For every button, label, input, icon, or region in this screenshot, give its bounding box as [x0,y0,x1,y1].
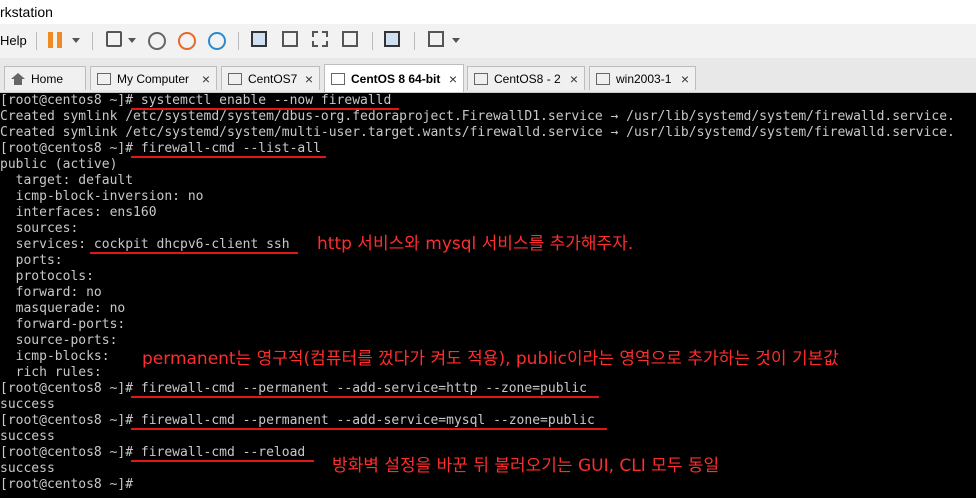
title-bar: rkstation [0,0,976,24]
annotation-note: http 서비스와 mysql 서비스를 추가해주자. [317,234,634,254]
vm-icon [228,72,242,85]
terminal-line: forward-ports: [0,317,126,332]
terminal-console[interactable]: [root@centos8 ~]# systemctl enable --now… [0,93,976,498]
close-icon[interactable]: × [202,71,210,87]
vm-icon [596,72,610,85]
toolbar-divider [372,32,373,50]
terminal-line: [root@centos8 ~]# firewall-cmd --list-al… [0,141,321,156]
tab-label: Home [31,71,64,86]
terminal-line: ports: [0,253,63,268]
terminal-line: success [0,461,55,476]
vm-icon [331,72,345,85]
home-icon [11,72,25,85]
vm-icon [474,72,488,85]
close-icon[interactable]: × [449,71,457,87]
underline-mark [131,460,314,462]
chevron-down-icon[interactable] [452,38,460,43]
tab-label: CentOS 8 64-bit [351,71,441,86]
underline-mark [131,156,326,158]
terminal-line: forward: no [0,285,102,300]
tab-win2003-1[interactable]: win2003-1 × [589,66,696,90]
chevron-down-icon[interactable] [72,38,80,43]
terminal-line: target: default [0,173,134,188]
underline-mark [131,108,399,110]
tab-label: CentOS8 - 2 [494,71,561,86]
terminal-line: [root@centos8 ~]# firewall-cmd --permane… [0,413,595,428]
snapshot-manager-icon[interactable] [208,32,226,50]
terminal-line: masquerade: no [0,301,126,316]
terminal-line: icmp-block-inversion: no [0,189,204,204]
terminal-line: [root@centos8 ~]# firewall-cmd --permane… [0,381,587,396]
tab-home[interactable]: Home [4,66,86,90]
terminal-line: rich rules: [0,365,102,380]
terminal-line: success [0,429,55,444]
terminal-line: sources: [0,221,79,236]
terminal-line: Created symlink /etc/systemd/system/dbus… [0,109,955,124]
terminal-line: Created symlink /etc/systemd/system/mult… [0,125,955,140]
thumbnail-bar-icon[interactable] [282,31,298,47]
tab-label: CentOS7 [248,71,298,86]
tab-label: win2003-1 [616,71,672,86]
terminal-line: services: cockpit dhcpv6-client ssh [0,237,290,252]
tab-centos8-64bit[interactable]: CentOS 8 64-bit × [324,64,464,92]
terminal-line: source-ports: [0,333,118,348]
underline-mark [131,396,599,398]
terminal-line: [root@centos8 ~]# firewall-cmd --reload [0,445,306,460]
toolbar-divider [414,32,415,50]
close-icon[interactable]: × [305,71,313,87]
window-title: rkstation [0,4,53,20]
close-icon[interactable]: × [681,71,689,87]
terminal-line: [root@centos8 ~]# systemctl enable --now… [0,93,392,108]
terminal-line: success [0,397,55,412]
send-keys-icon[interactable] [106,31,122,47]
terminal-line: [root@centos8 ~]# [0,477,134,492]
toolbar-divider [238,32,239,50]
help-menu[interactable]: Help [0,33,27,48]
underline-mark [131,428,607,430]
full-screen-icon[interactable] [312,31,328,47]
toolbar: Help [0,24,976,58]
snapshot-icon[interactable] [148,32,166,50]
terminal-line: icmp-blocks: [0,349,110,364]
revert-snapshot-icon[interactable] [178,32,196,50]
terminal-line: public (active) [0,157,118,172]
console-view-icon[interactable] [384,31,400,47]
toolbar-divider [92,32,93,50]
underline-mark [90,252,298,254]
tab-label: My Computer [117,71,190,86]
tab-my-computer[interactable]: My Computer × [90,66,217,90]
tab-centos8-2[interactable]: CentOS8 - 2 × [467,66,585,90]
annotation-note: 방화벽 설정을 바꾼 뒤 불러오기는 GUI, CLI 모두 동일 [332,456,720,476]
annotation-note: permanent는 영구적(컴퓨터를 껐다가 켜도 적용), public이라… [142,349,839,369]
tab-centos7[interactable]: CentOS7 × [221,66,320,90]
close-icon[interactable]: × [570,71,578,87]
chevron-down-icon[interactable] [128,38,136,43]
pause-icon[interactable] [48,32,62,48]
computer-icon [97,72,111,85]
stretch-guest-icon[interactable] [428,31,444,47]
terminal-line: interfaces: ens160 [0,205,157,220]
unity-icon[interactable] [342,31,358,47]
toolbar-divider [36,32,37,50]
terminal-line: protocols: [0,269,94,284]
tab-bar: Home My Computer × CentOS7 × CentOS 8 64… [0,58,976,93]
library-view-icon[interactable] [251,31,267,47]
